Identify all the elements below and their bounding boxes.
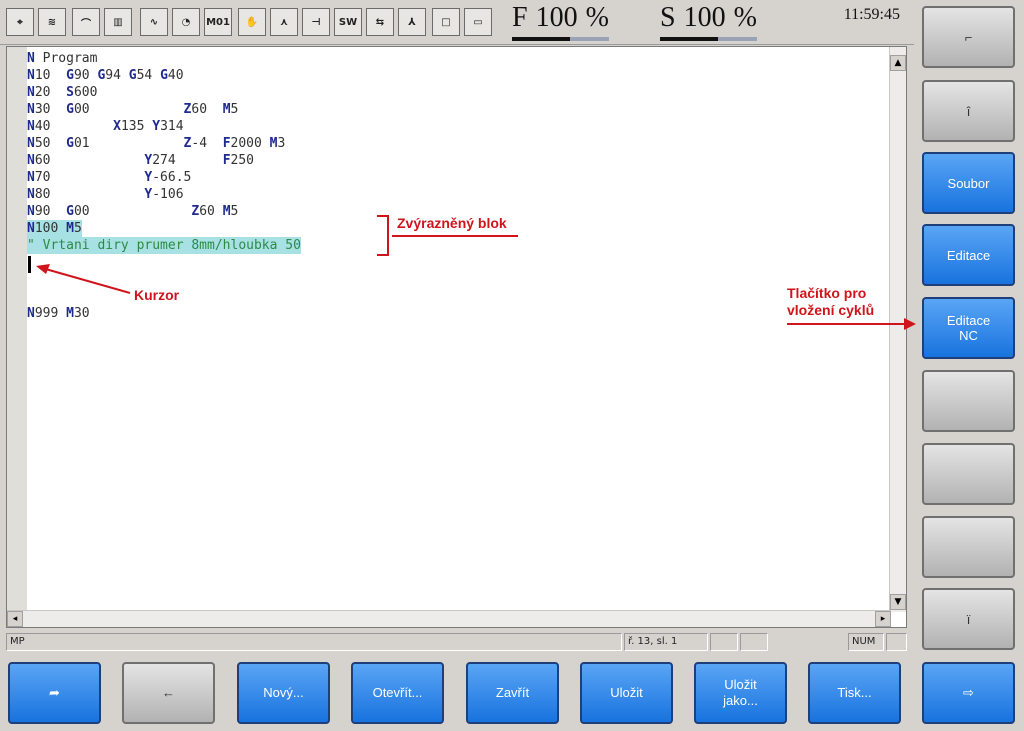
block-bracket <box>377 215 389 256</box>
forward-arrow-button[interactable]: ⇨ <box>922 662 1015 724</box>
status-cell <box>710 633 738 651</box>
empty-side-button[interactable] <box>922 370 1015 432</box>
status-num: NUM <box>848 633 884 651</box>
up-icon: î <box>966 103 971 119</box>
uložit-button[interactable]: Uložit <box>580 662 673 724</box>
status-mode: MP <box>6 633 622 651</box>
tisk-button[interactable]: Tisk... <box>808 662 901 724</box>
editace-nc-button[interactable]: Editace NC <box>922 297 1015 359</box>
bottom-button-label: Otevřít... <box>372 685 423 700</box>
status-position: ř. 13, sl. 1 <box>624 633 708 651</box>
down-button[interactable]: ï <box>922 588 1015 650</box>
bottom-button-label: Tisk... <box>837 685 872 700</box>
cursor-arrowhead-icon <box>36 264 50 274</box>
cursor-arrow <box>41 267 131 294</box>
status-cell <box>886 633 907 651</box>
left-arrow-button[interactable]: ← <box>122 662 215 724</box>
zavřít-button[interactable]: Zavřít <box>466 662 559 724</box>
uložit-jako-button[interactable]: Uložit jako... <box>694 662 787 724</box>
empty-side-button[interactable] <box>922 443 1015 505</box>
down-icon: ï <box>966 611 971 627</box>
return-button[interactable]: ⌐ <box>922 6 1015 68</box>
back-arrow-button[interactable]: ➦ <box>8 662 101 724</box>
bottom-button-label: Uložit <box>610 685 643 700</box>
annotation-cursor: Kurzor <box>134 287 180 303</box>
side-button-label: Soubor <box>947 175 990 191</box>
return-icon: ⌐ <box>964 29 973 45</box>
annotation-overlay <box>36 215 916 330</box>
annotation-block: Zvýrazněný blok <box>397 215 507 231</box>
soubor-button[interactable]: Soubor <box>922 152 1015 214</box>
side-button-label: Editace NC <box>946 313 991 343</box>
otevřít-button[interactable]: Otevřít... <box>351 662 444 724</box>
status-cell <box>740 633 768 651</box>
bottom-button-label: Zavřít <box>495 685 530 700</box>
editace-button[interactable]: Editace <box>922 224 1015 286</box>
up-button[interactable]: î <box>922 80 1015 142</box>
nový-button[interactable]: Nový... <box>237 662 330 724</box>
back-arrow-icon: ➦ <box>49 685 60 700</box>
cycle-arrowhead-icon <box>904 318 916 330</box>
empty-side-button[interactable] <box>922 516 1015 578</box>
left-arrow-icon: ← <box>162 685 175 700</box>
status-bar: MP ř. 13, sl. 1 NUM <box>6 632 907 652</box>
bottom-button-label: Nový... <box>263 685 304 700</box>
forward-arrow-icon: ⇨ <box>963 685 974 700</box>
annotation-cycle-button: Tlačítko pro vložení cyklů <box>787 285 875 318</box>
side-button-label: Editace <box>946 247 991 263</box>
bottom-button-label: Uložit jako... <box>723 677 758 708</box>
